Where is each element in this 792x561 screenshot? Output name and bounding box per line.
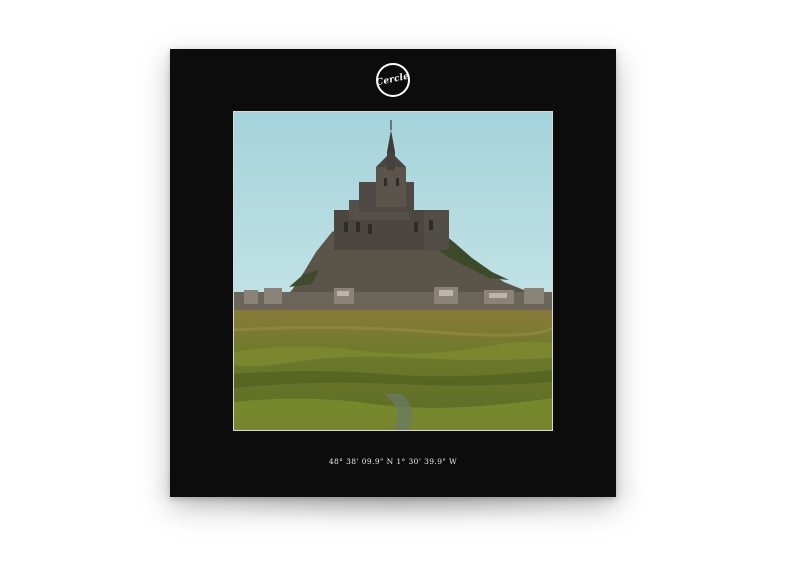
cercle-logo: Cercle (376, 63, 410, 97)
mont-saint-michel-image (234, 112, 552, 430)
cercle-logo-text: Cercle (376, 71, 410, 89)
album-cover-stage: Cercle 48° 38' 09.9" N 1° 30' 39.9" W (0, 0, 792, 561)
album-sleeve: Cercle 48° 38' 09.9" N 1° 30' 39.9" W (170, 49, 616, 497)
coordinates-caption: 48° 38' 09.9" N 1° 30' 39.9" W (328, 457, 458, 466)
cover-photo (233, 111, 553, 431)
